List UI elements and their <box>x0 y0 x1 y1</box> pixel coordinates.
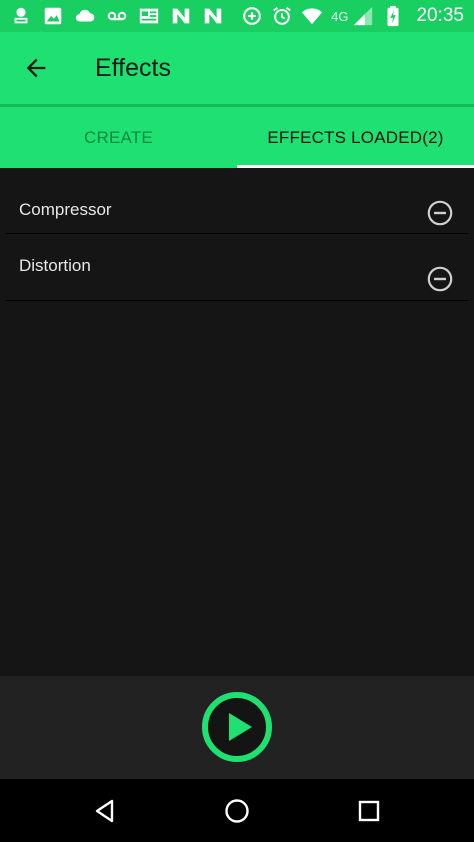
tab-create[interactable]: CREATE <box>0 107 237 168</box>
cloud-icon <box>74 5 96 27</box>
n-icon <box>170 5 192 27</box>
effect-label: Distortion <box>19 256 91 275</box>
effects-list: Compressor Distortion <box>0 168 474 301</box>
status-system: 4G 20:35 <box>241 0 464 32</box>
play-icon <box>202 692 272 762</box>
alarm-icon <box>271 5 293 27</box>
nav-home-button[interactable] <box>217 791 257 831</box>
voicemail-icon <box>106 5 128 27</box>
tab-create-label: CREATE <box>84 127 153 147</box>
back-button[interactable] <box>18 50 54 86</box>
network-type-label: 4G <box>331 8 349 24</box>
signal-icon <box>352 5 374 27</box>
effect-label: Compressor <box>19 200 112 219</box>
image-icon <box>42 5 64 27</box>
player-bar <box>0 676 474 779</box>
nav-recents-icon <box>358 800 380 822</box>
list-item[interactable]: Compressor <box>0 168 474 234</box>
remove-circle-icon <box>427 200 453 226</box>
news-card-icon <box>138 5 160 27</box>
list-item[interactable]: Distortion <box>0 234 474 301</box>
page-title: Effects <box>95 54 171 82</box>
tab-effects-loaded[interactable]: EFFECTS LOADED(2) <box>237 107 474 168</box>
nav-home-icon <box>225 799 249 823</box>
play-button[interactable] <box>201 691 273 763</box>
battery-charging-icon <box>382 5 404 27</box>
tab-bar: CREATE EFFECTS LOADED(2) <box>0 107 474 168</box>
remove-effect-button[interactable] <box>427 266 453 292</box>
news-icon <box>10 5 32 27</box>
tab-effects-loaded-label: EFFECTS LOADED(2) <box>267 127 444 147</box>
n-icon <box>202 5 224 27</box>
navigation-bar <box>0 779 474 842</box>
screen: 4G 20:35 Effects CREATE EFFECTS LOADED(2… <box>0 0 474 842</box>
remove-circle-icon <box>427 266 453 292</box>
remove-effect-button[interactable] <box>427 200 453 226</box>
status-notifications <box>10 0 224 32</box>
list-divider <box>6 300 468 301</box>
status-clock: 20:35 <box>416 5 464 26</box>
data-saver-icon <box>241 5 263 27</box>
wifi-icon <box>301 5 323 27</box>
app-bar: Effects <box>0 32 474 104</box>
nav-recents-button[interactable] <box>349 791 389 831</box>
nav-back-icon <box>95 799 114 823</box>
status-bar: 4G 20:35 <box>0 0 474 32</box>
nav-back-button[interactable] <box>85 791 125 831</box>
arrow-back-icon <box>26 58 46 78</box>
